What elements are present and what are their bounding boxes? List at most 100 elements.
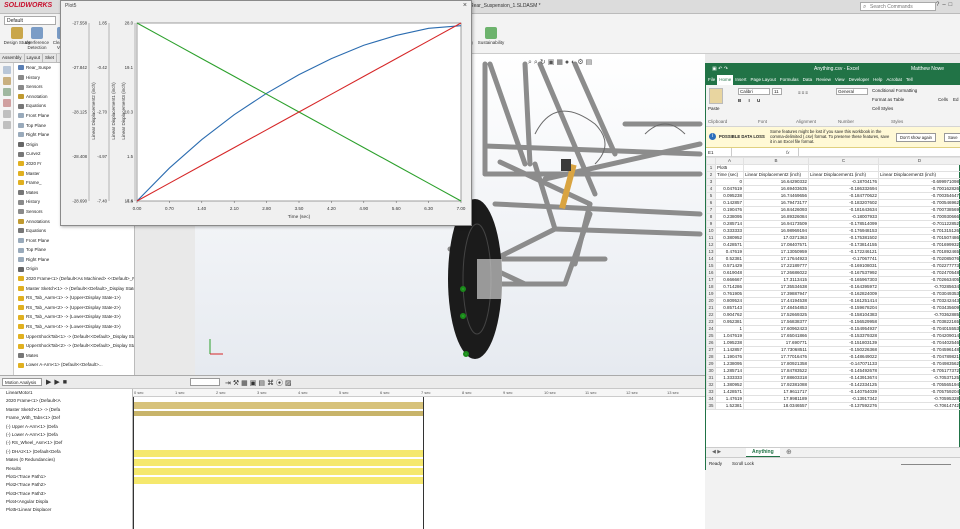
column-header[interactable]: D [878, 157, 960, 165]
configuration-select[interactable]: Default [4, 16, 56, 25]
cell[interactable]: 16.79473177 [743, 199, 809, 207]
cell[interactable]: 0.190476 [715, 206, 744, 214]
formula-input[interactable] [798, 148, 958, 156]
row-header[interactable]: 32 [706, 381, 716, 389]
cell[interactable]: -0.161251414 [808, 297, 879, 305]
tree-item[interactable]: Mates [14, 351, 134, 361]
cell[interactable]: -0.148649022 [808, 353, 879, 361]
font-style-buttons[interactable]: B I U [738, 98, 763, 103]
cell[interactable] [808, 164, 879, 172]
row-header[interactable]: 31 [706, 374, 716, 382]
study-type-select[interactable]: Motion Analysis [2, 378, 42, 386]
excel-tab[interactable]: Formulas [778, 75, 801, 85]
cell[interactable]: 0.619048 [715, 269, 744, 277]
cell[interactable]: 17.73068511 [743, 346, 809, 354]
excel-tab[interactable]: Acrobat [884, 75, 904, 85]
cell[interactable]: 1.095238 [715, 339, 744, 347]
tree-item[interactable]: UpperShockTab<1> -> (Default<<Default>_D… [14, 332, 134, 342]
row-header[interactable]: 25 [706, 332, 716, 340]
tree-item[interactable]: Master Sketch<1> -> (Default<<Default>_D… [14, 284, 134, 294]
cell[interactable] [743, 164, 809, 172]
alignment-buttons[interactable]: ≡≡≡ [798, 90, 809, 95]
cell[interactable]: -0.164395972 [808, 283, 879, 291]
row-header[interactable]: 6 [706, 199, 716, 207]
cell[interactable]: -0.704983562 [878, 360, 960, 368]
cell[interactable]: 0.285714 [715, 220, 744, 228]
row-header[interactable]: 16 [706, 269, 716, 277]
cell[interactable]: -0.184770622 [808, 192, 879, 200]
cell[interactable]: 0.761905 [715, 290, 744, 298]
command-sustainability[interactable]: Sustainability [476, 27, 506, 45]
cell[interactable]: Plot5 [715, 164, 744, 172]
row-header[interactable]: 20 [706, 297, 716, 305]
sheet-nav-arrows[interactable]: ◀ ▶ [712, 449, 721, 455]
cell[interactable]: 16.89326084 [743, 213, 809, 221]
tree-item[interactable]: Origin [14, 264, 134, 274]
timeline-bar[interactable] [133, 411, 423, 416]
row-header[interactable]: 19 [706, 290, 716, 298]
row-header[interactable]: 18 [706, 283, 716, 291]
cell[interactable]: -0.700738569 [878, 206, 960, 214]
tree-item[interactable]: RS_Tab_Aarm<2> -> (Upper<Display State-2… [14, 303, 134, 313]
cell[interactable]: 17.80921358 [743, 360, 809, 368]
row-header[interactable]: 35 [706, 402, 716, 410]
cell[interactable]: -0.143913674 [808, 374, 879, 382]
cell[interactable]: 16.84426093 [743, 206, 809, 214]
row-header[interactable]: 30 [706, 367, 716, 375]
excel-tab[interactable]: Insert [733, 75, 748, 85]
cell[interactable]: 0.095238 [715, 192, 744, 200]
playback-speed-select[interactable] [190, 378, 220, 386]
tree-item[interactable]: Equations [14, 226, 134, 236]
search-commands-input[interactable]: Search Commands [860, 2, 936, 11]
time-cursor[interactable] [423, 397, 424, 529]
cell[interactable]: -0.156529958 [808, 318, 879, 326]
cell[interactable]: -0.18704176 [808, 178, 879, 186]
motion-tree-item[interactable]: (-) Lower A-Arm<1> (Defa [0, 431, 132, 439]
dim-xpert-icon[interactable] [3, 99, 11, 107]
cell[interactable]: 17.26686022 [743, 269, 809, 277]
cell[interactable]: Linear Displacement1 (inch) [808, 171, 879, 179]
timeline[interactable]: 0 sec 1 sec 2 sec 3 sec 4 sec 5 sec 6 sec 7 sec… [133, 389, 714, 529]
column-header[interactable]: C [808, 157, 879, 165]
cell[interactable]: -0.153379328 [808, 332, 879, 340]
property-manager-icon[interactable] [3, 77, 11, 85]
cell[interactable]: -0.704015553 [878, 325, 960, 333]
worksheet-grid[interactable]: A B C D 1 Plot5 2 Time (sec) Linear Displacement… [706, 157, 960, 447]
tree-item[interactable]: RS_Tab_Aarm<4> -> (Lower<Display State-3… [14, 322, 134, 332]
cell[interactable]: -0.702663405 [878, 276, 960, 284]
cell[interactable]: -0.702085076 [878, 255, 960, 263]
timeline-bar[interactable] [133, 450, 423, 457]
cell[interactable]: 17.17644923 [743, 255, 809, 263]
select-all[interactable] [706, 157, 716, 165]
time-ruler[interactable]: 0 sec 1 sec 2 sec 3 sec 4 sec 5 sec 6 sec 7 sec… [133, 389, 714, 400]
cell[interactable]: 0.238095 [715, 213, 744, 221]
row-header[interactable]: 1 [706, 164, 716, 172]
cell[interactable]: 0.333333 [715, 227, 744, 235]
start-marker[interactable] [133, 397, 134, 529]
row-header[interactable]: 7 [706, 206, 716, 214]
cell[interactable]: -0.142334125 [808, 381, 879, 389]
excel-tab[interactable]: Tell [904, 75, 915, 85]
cell[interactable]: -0.702470548 [878, 269, 960, 277]
cell[interactable]: -0.159678204 [808, 304, 879, 312]
row-header[interactable]: 24 [706, 325, 716, 333]
cell[interactable]: 17.84783522 [743, 367, 809, 375]
cell[interactable]: -0.178514099 [808, 220, 879, 228]
row-header[interactable]: 34 [706, 395, 716, 403]
display-manager-icon[interactable] [3, 110, 11, 118]
cell[interactable]: 0.380952 [715, 234, 744, 242]
cell[interactable]: 1.285714 [715, 367, 744, 375]
cell[interactable]: -0.173814155 [808, 241, 879, 249]
row-header[interactable]: 3 [706, 178, 716, 186]
cell[interactable]: 17.13050959 [743, 248, 809, 256]
cell[interactable]: 0.428571 [715, 241, 744, 249]
cell[interactable]: 17.88603318 [743, 374, 809, 382]
cell[interactable]: -0.703435609 [878, 304, 960, 312]
cell[interactable]: -0.701699932 [878, 241, 960, 249]
cell[interactable]: 1.333333 [715, 374, 744, 382]
cell[interactable]: -0.70362885 [878, 311, 960, 319]
motion-tree-item[interactable]: Plot1<Trace Path1> [0, 473, 132, 481]
row-header[interactable]: 29 [706, 360, 716, 368]
cell[interactable]: -0.704402546 [878, 339, 960, 347]
row-header[interactable]: 17 [706, 276, 716, 284]
